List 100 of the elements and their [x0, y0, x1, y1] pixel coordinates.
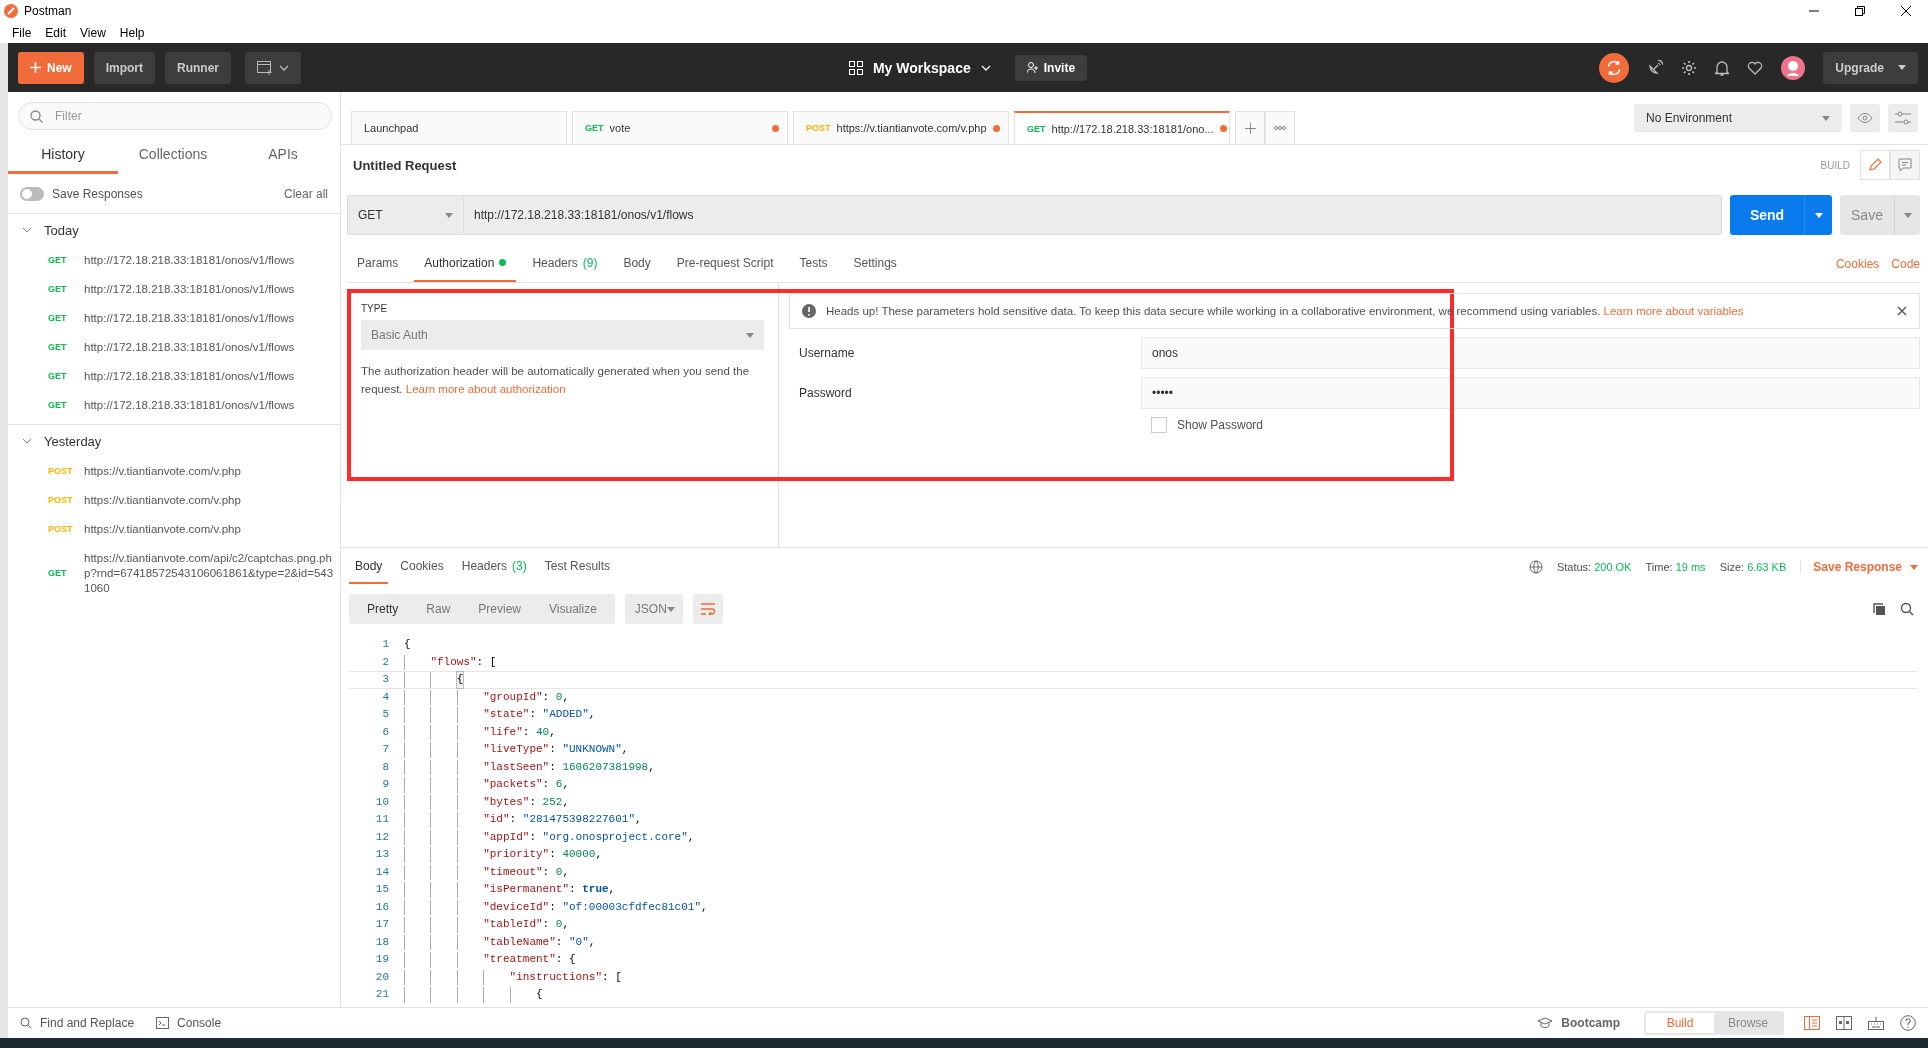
- wrap-icon: [700, 603, 715, 615]
- history-item[interactable]: http://172.18.218.33:18181/onos/v1/flows: [84, 340, 295, 355]
- copy-icon[interactable]: [1872, 602, 1886, 616]
- two-pane-icon[interactable]: [1804, 1016, 1820, 1030]
- history-item[interactable]: http://172.18.218.33:18181/onos/v1/flows: [84, 398, 295, 413]
- code-line: {: [389, 672, 464, 688]
- menu-item[interactable]: Edit: [45, 25, 67, 40]
- history-item[interactable]: https://v.tiantianvote.com/v.php: [84, 522, 241, 537]
- avatar-icon[interactable]: [1781, 55, 1806, 80]
- history-item[interactable]: http://172.18.218.33:18181/onos/v1/flows: [84, 253, 295, 268]
- field-label: Username: [798, 346, 856, 360]
- help-icon[interactable]: [1900, 1015, 1916, 1031]
- tab-title: Launchpad: [364, 122, 419, 134]
- environment-select[interactable]: No Environment: [1634, 104, 1842, 132]
- request-tab[interactable]: Settings: [843, 245, 907, 282]
- heart-icon[interactable]: [1747, 60, 1764, 75]
- history-group-header[interactable]: Yesterday: [8, 425, 340, 457]
- status-item[interactable]: Console: [156, 1016, 222, 1030]
- chevron-icon: [980, 64, 991, 71]
- history-item[interactable]: https://v.tiantianvote.com/v.php: [84, 464, 241, 479]
- search-icon[interactable]: [1900, 602, 1914, 616]
- request-tab[interactable]: Authorization: [414, 245, 517, 282]
- settings-icon[interactable]: [1681, 59, 1698, 76]
- request-tab[interactable]: GET http://172.18.218.33:18181/ono...: [1014, 111, 1230, 144]
- keyboard-icon[interactable]: [1868, 1016, 1884, 1030]
- format-select[interactable]: JSON: [624, 594, 683, 624]
- sidebar-tab[interactable]: History: [8, 136, 118, 174]
- checkbox[interactable]: [1151, 417, 1167, 433]
- request-tab[interactable]: Headers (9): [522, 245, 608, 282]
- line-number: 17: [374, 917, 389, 932]
- response-tab[interactable]: Headers (3): [455, 550, 533, 584]
- menu-item[interactable]: Help: [119, 25, 145, 40]
- menu-item[interactable]: View: [80, 25, 106, 40]
- mode-label: BUILD: [1820, 159, 1850, 171]
- code-line: "timeout": 0,: [389, 864, 569, 880]
- request-tab[interactable]: GET vote: [572, 111, 788, 144]
- method-label: GET: [48, 399, 68, 412]
- method-select[interactable]: GET: [347, 195, 463, 235]
- history-group-header[interactable]: Today: [8, 214, 340, 246]
- new-tab-button[interactable]: [1235, 111, 1265, 144]
- status-item[interactable]: Find and Replace: [20, 1016, 135, 1030]
- upgrade-button[interactable]: Upgrade: [1823, 51, 1918, 84]
- code-line: {: [403, 637, 411, 652]
- input-field[interactable]: onos: [1141, 337, 1920, 369]
- clear-all-link[interactable]: Clear all: [284, 186, 328, 201]
- request-tab[interactable]: Body: [613, 245, 661, 282]
- request-title: Untitled Request: [353, 157, 457, 173]
- history-item[interactable]: https://v.tiantianvote.com/api/c2/captchas.png.php?rnd=67418572543106061861&type=2&id=5431060: [84, 551, 334, 596]
- split-icon[interactable]: [1836, 1016, 1852, 1030]
- caret-icon: [746, 332, 754, 338]
- response-tab[interactable]: Cookies: [394, 550, 450, 584]
- header-button[interactable]: Runner: [165, 51, 232, 84]
- send-button[interactable]: Send: [1730, 195, 1832, 235]
- history-item[interactable]: http://172.18.218.33:18181/onos/v1/flows: [84, 311, 295, 326]
- plus-icon: [30, 62, 41, 73]
- request-tab[interactable]: Launchpad: [351, 111, 567, 144]
- response-tab[interactable]: Test Results: [538, 550, 617, 584]
- filter-field[interactable]: Filter: [18, 102, 332, 130]
- bell-icon[interactable]: [1715, 59, 1730, 76]
- url-field[interactable]: http://172.18.218.33:18181/onos/v1/flows: [463, 195, 1722, 235]
- request-tab[interactable]: Params: [347, 245, 409, 282]
- history-item[interactable]: http://172.18.218.33:18181/onos/v1/flows: [84, 369, 295, 384]
- line-number: 7: [381, 742, 389, 757]
- chevron-icon: [22, 438, 32, 444]
- workspace-name[interactable]: My Workspace: [872, 59, 971, 76]
- view-tab[interactable]: Pretty: [353, 594, 413, 624]
- auth-type-select[interactable]: Basic Auth: [361, 320, 764, 350]
- sliders-icon: [1895, 111, 1911, 125]
- invite-button[interactable]: Invite: [1014, 54, 1088, 81]
- sidebar-tab[interactable]: APIs: [228, 136, 338, 174]
- input-field[interactable]: •••••: [1141, 377, 1920, 409]
- response-tab[interactable]: Body: [349, 550, 389, 584]
- method-label: POST: [806, 123, 831, 133]
- toggle-switch[interactable]: [20, 186, 44, 201]
- toggle-label: Save Responses: [52, 186, 143, 201]
- close-icon[interactable]: [1900, 5, 1912, 17]
- code-line: "priority": 40000,: [389, 847, 602, 863]
- close-icon[interactable]: [1897, 306, 1907, 316]
- sidebar-tab[interactable]: Collections: [118, 136, 228, 174]
- restore-icon[interactable]: [1854, 5, 1866, 17]
- view-tab[interactable]: Raw: [412, 594, 465, 624]
- history-item[interactable]: http://172.18.218.33:18181/onos/v1/flows: [84, 282, 295, 297]
- request-tab[interactable]: POST https://v.tiantianvote.com/v.php: [793, 111, 1009, 144]
- request-tab[interactable]: Tests: [789, 245, 838, 282]
- header-button[interactable]: Import: [93, 51, 156, 84]
- more-tabs-button[interactable]: [1265, 111, 1295, 144]
- satellite-icon[interactable]: [1647, 59, 1664, 76]
- new-window-button[interactable]: [245, 51, 302, 84]
- line-number: 2: [381, 654, 389, 670]
- sync-icon[interactable]: [1599, 52, 1630, 83]
- history-item[interactable]: https://v.tiantianvote.com/v.php: [84, 493, 241, 508]
- bootcamp-button[interactable]: Bootcamp: [1537, 1016, 1620, 1030]
- menu-item[interactable]: File: [12, 25, 32, 40]
- view-tab[interactable]: Visualize: [535, 594, 611, 624]
- edit-button[interactable]: [1860, 150, 1890, 180]
- tab-title: http://172.18.218.33:18181/ono...: [1051, 122, 1214, 135]
- view-tab[interactable]: Preview: [464, 594, 536, 624]
- request-tab[interactable]: Pre-request Script: [666, 245, 784, 282]
- code-line: "treatment": {: [389, 952, 576, 968]
- caret-icon: [1910, 564, 1918, 570]
